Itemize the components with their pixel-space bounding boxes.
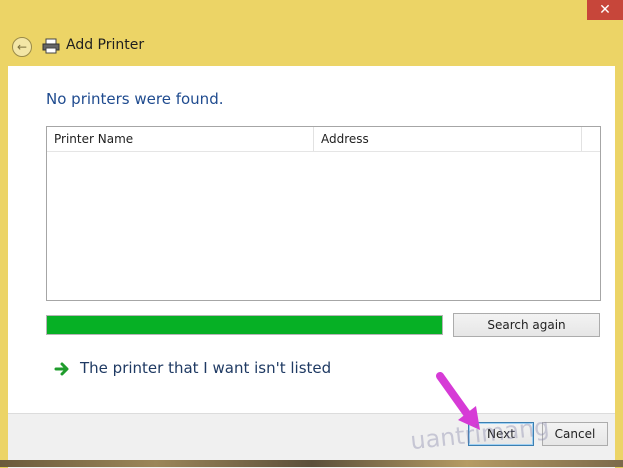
printer-icon (42, 38, 60, 54)
list-body (47, 152, 600, 300)
back-arrow-icon: ← (16, 40, 28, 54)
printer-not-listed-label[interactable]: The printer that I want isn't listed (80, 359, 331, 377)
back-button[interactable]: ← (12, 37, 32, 57)
printer-list[interactable]: Printer Name Address (46, 126, 601, 301)
column-divider (313, 127, 314, 151)
titlebar: ← Add Printer (0, 30, 623, 64)
close-button[interactable]: ✕ (587, 0, 623, 20)
progress-fill (47, 316, 442, 334)
window-frame: ✕ ← Add Printer No printers were found. … (0, 0, 623, 468)
search-progress-bar (46, 315, 443, 335)
column-header-printer-name[interactable]: Printer Name (54, 127, 312, 151)
window-title: Add Printer (66, 37, 145, 53)
column-header-address[interactable]: Address (321, 127, 581, 151)
page-heading: No printers were found. (46, 90, 224, 108)
desktop-background-strip (0, 460, 623, 467)
column-divider (581, 127, 582, 151)
green-arrow-icon (54, 362, 69, 376)
list-header: Printer Name Address (47, 127, 600, 152)
cancel-button[interactable]: Cancel (542, 422, 608, 446)
search-again-button[interactable]: Search again (453, 313, 600, 337)
content-panel: No printers were found. Printer Name Add… (8, 66, 615, 413)
